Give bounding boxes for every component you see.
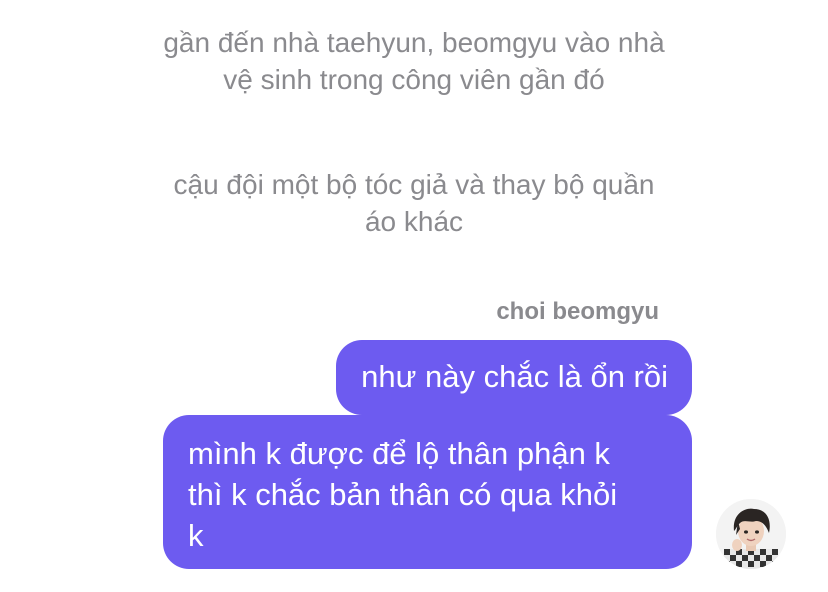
sender-name: choi beomgyu (496, 298, 659, 325)
narration-1-line-1: gần đến nhà taehyun, beomgyu vào nhà (163, 27, 665, 58)
narration-2-line-2: áo khác (364, 206, 464, 237)
message-line: thì k chắc bản thân có qua khỏi (188, 477, 618, 512)
message-bubble[interactable]: mình k được để lộ thân phận k thì k chắc… (163, 415, 692, 569)
message-line: mình k được để lộ thân phận k (188, 436, 610, 471)
message-bubble[interactable]: như này chắc là ổn rồi (336, 340, 692, 415)
chat-story-screen: gần đến nhà taehyun, beomgyu vào nhà vệ … (0, 0, 828, 592)
message-line: k (188, 518, 204, 553)
narration-text-1: gần đến nhà taehyun, beomgyu vào nhà vệ … (0, 24, 828, 98)
narration-2-line-1: cậu đội một bộ tóc giả và thay bộ quần (173, 169, 655, 200)
profile-avatar-icon (716, 499, 786, 569)
avatar[interactable] (716, 499, 786, 569)
narration-text-2: cậu đội một bộ tóc giả và thay bộ quần á… (0, 166, 828, 240)
narration-1-line-2: vệ sinh trong công viên gần đó (223, 64, 605, 95)
